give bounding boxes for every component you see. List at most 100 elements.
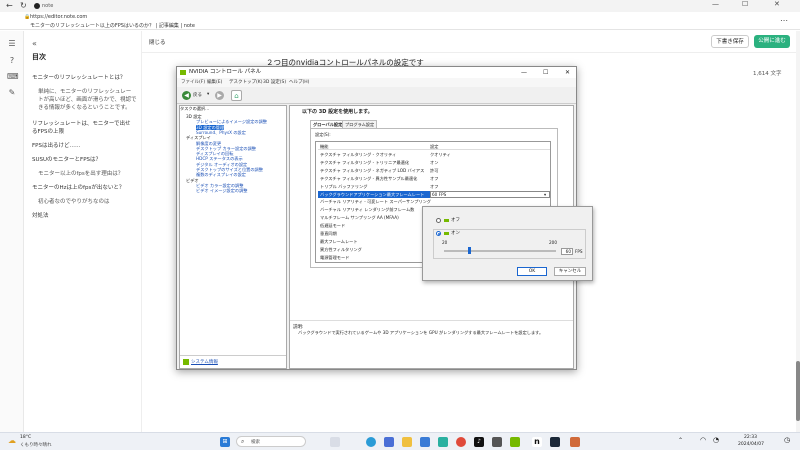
toc-item[interactable]: 対処法 [32, 213, 49, 220]
menu-file[interactable]: ファイル(F) [181, 78, 205, 87]
page-scrollbar[interactable] [796, 31, 800, 432]
close-window-icon[interactable]: ✕ [774, 0, 780, 8]
setting-value: クオリティ [430, 152, 451, 157]
off-radio[interactable] [436, 218, 441, 223]
reload-icon[interactable]: ↻ [20, 1, 27, 10]
help-icon[interactable]: ? [7, 57, 17, 65]
toc-item[interactable]: るFPSの上限 [32, 129, 64, 136]
on-radio[interactable] [436, 231, 441, 236]
setting-row[interactable]: バーチャル リアリティ - 可変レート スーパーサンプリング [318, 198, 550, 205]
nvidia-taskbar-icon[interactable] [510, 437, 520, 447]
fps-slider-track[interactable] [444, 250, 556, 252]
minimize-icon[interactable]: — [712, 0, 719, 8]
start-icon[interactable]: ⊞ [220, 437, 230, 447]
toc-item[interactable]: きる情報が多くなるということです。 [38, 105, 131, 112]
maps-icon[interactable] [438, 437, 448, 447]
back-arrow-icon[interactable]: ◀ [182, 91, 191, 100]
tree-task-link[interactable]: 解像度の変更 [196, 141, 221, 146]
ok-button[interactable]: OK [517, 267, 547, 276]
taskview-icon[interactable] [330, 437, 340, 447]
app-icon[interactable] [492, 437, 502, 447]
tray-chevron-icon[interactable]: ⌃ [678, 437, 683, 444]
search-box[interactable]: ⌕ 検索 [236, 436, 306, 447]
description-text: バックグラウンドで実行されているゲームや 3D アプリケーションを GPU がレ… [298, 330, 544, 335]
nvidia-minimize-icon[interactable]: — [521, 67, 527, 78]
setting-value[interactable]: 60 FPS [430, 190, 550, 198]
dropdown-arrow-icon[interactable]: ▾ [544, 191, 546, 198]
toc-item[interactable]: リフレッシュレートは、モニターで出せ [32, 121, 131, 128]
toc-item[interactable]: 初心者なのでやりがちなのは [38, 199, 110, 206]
tree-task-link[interactable]: ビデオ イメージ設定の調整 [196, 188, 248, 193]
toc-item[interactable]: 単純に、モニターのリフレッシュレー [38, 89, 131, 96]
setting-row[interactable]: テクスチャ フィルタリング - トリリニア最適化 オン [318, 159, 550, 166]
maximize-icon[interactable]: ☐ [742, 0, 748, 8]
forward-arrow-icon[interactable]: ▶ [215, 91, 224, 100]
setting-row[interactable]: テクスチャ フィルタリング - クオリティ クオリティ [318, 151, 550, 158]
tab-global-settings[interactable]: グローバル設定 [310, 120, 346, 128]
steam-icon[interactable] [550, 437, 560, 447]
setting-row[interactable]: バックグラウンドアプリケーション最大フレームレート 60 FPS ▾ [318, 190, 550, 198]
fps-value-input[interactable]: 60 [561, 248, 573, 255]
menu-help[interactable]: ヘルプ(H) [289, 78, 309, 87]
nvidia-maximize-icon[interactable]: ☐ [543, 67, 548, 78]
menu-3d[interactable]: 3D 設定(S) [263, 78, 286, 87]
toc-item[interactable]: モニター以上のfpsを出す理由は？ [38, 171, 123, 178]
tree-task-link[interactable]: HDCP ステータスの表示 [196, 156, 243, 161]
clock-date[interactable]: 2024/04/07 [738, 442, 764, 447]
publish-button[interactable]: 公開に進む [754, 35, 790, 48]
keyboard-icon[interactable]: ⌨ [7, 73, 19, 81]
note-taskbar-icon[interactable]: n [532, 437, 542, 447]
edge-icon[interactable] [366, 437, 376, 447]
toc-item[interactable]: FPSは出るけど…… [32, 143, 80, 150]
notification-icon[interactable]: ◷ [784, 436, 790, 444]
toc-item[interactable]: トが高いほど、画面が滑らかで、視認で [38, 97, 137, 104]
pinned-app-icon[interactable] [570, 437, 580, 447]
clock-time[interactable]: 22:33 [744, 435, 757, 440]
close-editor-button[interactable]: 閉じる [149, 38, 166, 46]
off-label[interactable]: オフ [451, 217, 460, 223]
on-label[interactable]: オン [451, 230, 460, 236]
save-draft-button[interactable]: 下書き保存 [711, 35, 749, 48]
setting-row[interactable]: トリプル バッファリング オフ [318, 183, 550, 190]
nvidia-window-title: NVIDIA コントロール パネル [189, 69, 262, 75]
search-placeholder: 検索 [251, 440, 260, 445]
fps-popup: オフ オン 20 200 60 FPS OK キャンセル [422, 206, 593, 281]
mail-icon[interactable] [420, 437, 430, 447]
more-icon[interactable]: ⋯ [780, 16, 788, 25]
tiktok-icon[interactable]: ♪ [474, 437, 484, 447]
system-info-link[interactable]: システム情報 [191, 359, 218, 365]
tree-task-link[interactable]: デジタル オーディオの設定 [196, 162, 247, 167]
menu-desktop[interactable]: デスクトップ(K) [229, 78, 262, 87]
tree-category[interactable]: ディスプレイ [186, 135, 211, 140]
cancel-button[interactable]: キャンセル [554, 267, 586, 276]
tab-program-settings[interactable]: プログラム設定 [342, 120, 378, 128]
tree-task-link[interactable]: 3D 設定の管理 [196, 124, 225, 130]
setting-name: 異方性フィルタリング [320, 246, 362, 252]
toc-item[interactable]: モニターのリフレッシュレートとは？ [32, 75, 125, 82]
nvidia-close-icon[interactable]: ✕ [565, 67, 570, 78]
back-label[interactable]: 戻る [193, 92, 202, 98]
url-text[interactable]: https://editor.note.com [30, 14, 87, 20]
dropdown-icon[interactable]: ▾ [207, 92, 209, 97]
fps-slider-thumb[interactable] [468, 247, 471, 254]
chrome-icon[interactable] [456, 437, 466, 447]
volume-icon[interactable]: ◔ [713, 436, 719, 444]
menu-icon[interactable]: ☰ [7, 40, 17, 48]
explorer-icon[interactable] [402, 437, 412, 447]
setting-row[interactable]: テクスチャ フィルタリング - ネガティブ LOD バイアス 許可 [318, 167, 550, 174]
menu-edit[interactable]: 編集(E) [207, 78, 222, 87]
tree-task-link[interactable]: 複数のディスプレイの設定 [196, 172, 246, 177]
wifi-icon[interactable]: ◠ [700, 436, 706, 444]
tools-icon[interactable]: ✎ [7, 89, 17, 97]
toc-item[interactable]: モニターのHzは上のfpsが出ないと？ [32, 185, 124, 192]
tab-title[interactable]: note [42, 3, 53, 9]
home-icon[interactable]: ⌂ [231, 90, 242, 101]
tree-task-link[interactable]: プレビューによるイメージ設定の調整 [196, 119, 267, 124]
setting-row[interactable]: テクスチャ フィルタリング - 異方性サンプル最適化 オフ [318, 175, 550, 182]
collapse-toc-button[interactable]: « [32, 39, 37, 48]
toc-item[interactable]: SUSUのモニターとFPSは？ [32, 157, 101, 164]
store-icon[interactable] [384, 437, 394, 447]
scrollbar-thumb[interactable] [796, 361, 800, 421]
back-icon[interactable]: ← [6, 1, 13, 10]
tree-category[interactable]: ビデオ [186, 178, 199, 183]
